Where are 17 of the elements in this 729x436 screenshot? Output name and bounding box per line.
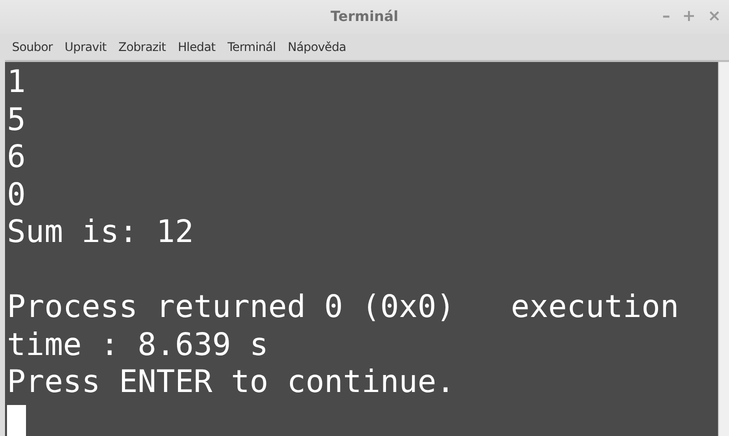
terminal-line: Sum is: 12 — [7, 214, 194, 250]
terminal-line: 5 — [7, 102, 26, 138]
terminal-line: 0 — [7, 176, 26, 212]
window-title: Terminál — [330, 9, 398, 25]
terminal-line: Process returned 0 (0x0) execution — [7, 289, 679, 325]
menu-item[interactable]: Upravit — [58, 38, 112, 56]
menu-item[interactable]: Nápověda — [282, 38, 352, 56]
menu-item[interactable]: Terminál — [221, 38, 282, 56]
menu-item[interactable]: Zobrazit — [112, 38, 172, 56]
text-cursor — [7, 404, 26, 436]
menu-item[interactable]: Soubor — [6, 38, 59, 56]
terminal-line: 6 — [7, 139, 26, 175]
terminal-line: Press ENTER to continue. — [7, 364, 455, 400]
menu-item[interactable]: Hledat — [172, 38, 222, 56]
terminal-line: time : 8.639 s — [7, 326, 268, 362]
scrollbar[interactable] — [718, 62, 729, 436]
terminal-line: 1 — [7, 64, 26, 100]
